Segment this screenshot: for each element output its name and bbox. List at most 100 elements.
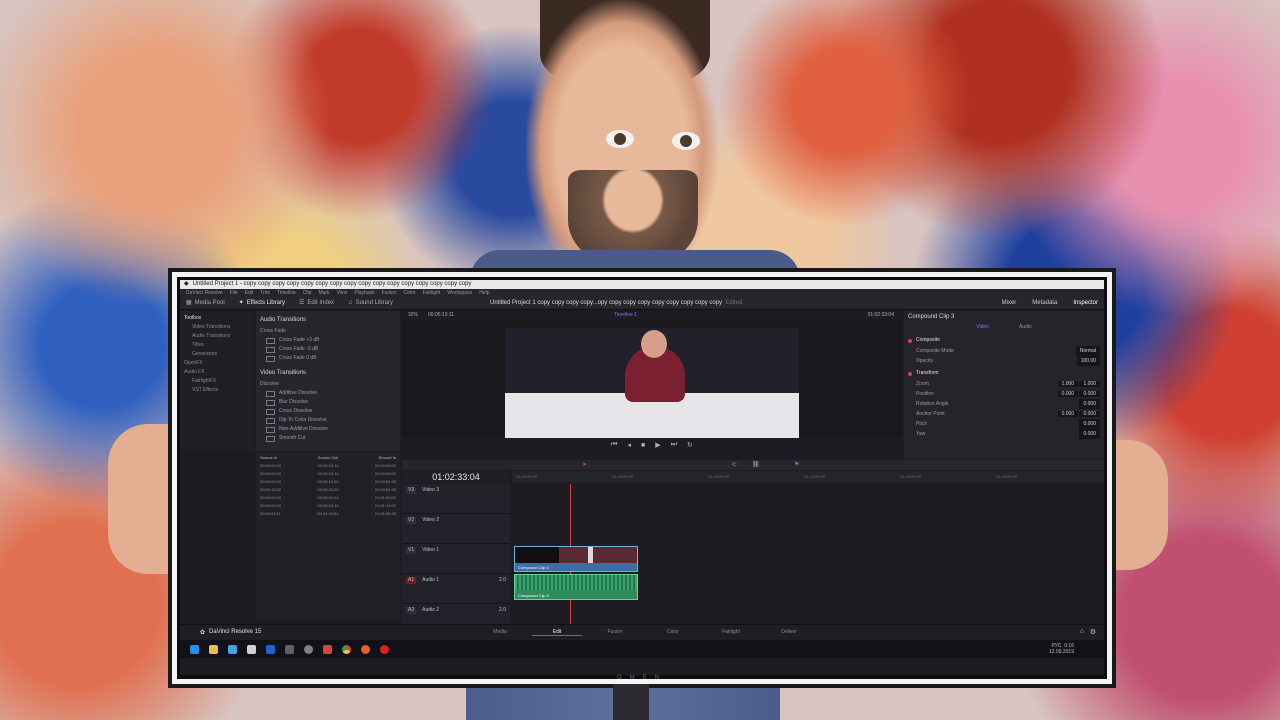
- tree-item-vst-effects[interactable]: VST Effects: [184, 386, 250, 395]
- timeline-tracks[interactable]: Compound Clip 3 Compound Clip 3: [512, 484, 1104, 624]
- list-item[interactable]: 00:00:13:22 00:00:23:25 01:00:54:26: [258, 486, 398, 494]
- tree-item-generators[interactable]: Generators: [184, 350, 250, 359]
- photoshop-icon[interactable]: [266, 644, 275, 654]
- media-pool-button[interactable]: ▦ Media Pool: [186, 299, 225, 307]
- menu-help[interactable]: Help: [479, 290, 489, 296]
- track-header-v3[interactable]: V3 Video 3: [402, 484, 510, 514]
- go-to-start-icon[interactable]: ⏮: [611, 441, 617, 449]
- effects-library-button[interactable]: ✦ Effects Library: [239, 299, 285, 307]
- edit-index-button[interactable]: ☰ Edit Index: [299, 299, 334, 307]
- zoom-x-field[interactable]: 1.000: [1057, 381, 1079, 387]
- list-item[interactable]: 00:00:00:00 00:00:01:04 01:01:00:00: [258, 494, 398, 502]
- pitch-field[interactable]: 0.000: [1079, 419, 1100, 429]
- page-tab-media[interactable]: Media: [475, 629, 525, 635]
- linked-selection-icon[interactable]: ⛓: [752, 461, 760, 468]
- tree-item-video-transitions[interactable]: Video Transitions: [184, 323, 250, 332]
- inspector-button[interactable]: Inspector: [1073, 300, 1098, 306]
- yaw-field[interactable]: 0.000: [1079, 429, 1100, 439]
- page-tab-fusion[interactable]: Fusion: [590, 629, 640, 635]
- zoom-y-field[interactable]: 1.000: [1079, 381, 1100, 387]
- opacity-field[interactable]: 100.00: [1076, 356, 1100, 366]
- menu-fairlight[interactable]: Fairlight: [423, 290, 441, 296]
- loop-icon[interactable]: ↻: [687, 441, 693, 449]
- anchor-y-field[interactable]: 0.000: [1079, 411, 1100, 417]
- calculator-icon[interactable]: [247, 644, 256, 654]
- effect-item[interactable]: Cross Fade +3 dB: [260, 336, 396, 345]
- position-y-field[interactable]: 0.000: [1079, 391, 1100, 397]
- tree-item-openfx[interactable]: OpenFX: [184, 359, 250, 368]
- store-icon[interactable]: [228, 644, 237, 654]
- menu-workspace[interactable]: Workspace: [447, 290, 472, 296]
- menu-edit[interactable]: Edit: [245, 290, 254, 296]
- effect-item[interactable]: Cross Dissolve: [260, 407, 396, 416]
- menu-trim[interactable]: Trim: [260, 290, 270, 296]
- tree-item-audio-transitions[interactable]: Audio Transitions: [184, 332, 250, 341]
- page-tab-color[interactable]: Color: [648, 629, 698, 635]
- tab-video[interactable]: Video: [976, 324, 989, 333]
- audio-clip[interactable]: Compound Clip 3: [514, 574, 638, 600]
- track-header-v2[interactable]: V2 Video 2: [402, 514, 510, 544]
- column-header[interactable]: Record In: [379, 454, 396, 462]
- app-icon[interactable]: [323, 644, 332, 654]
- tree-item-titles[interactable]: Titles: [184, 341, 250, 350]
- list-item[interactable]: 00:00:00:00 00:00:13:12 01:01:14:07: [258, 502, 398, 510]
- page-tab-fairlight[interactable]: Fairlight: [706, 629, 756, 635]
- timeline-name[interactable]: Timeline 1: [614, 312, 637, 318]
- list-item[interactable]: 00:00:00:00 00:05:13:11 01:00:00:00: [258, 462, 398, 470]
- page-tab-edit[interactable]: Edit: [532, 629, 582, 636]
- composite-mode-select[interactable]: Normal: [1075, 346, 1100, 356]
- effect-item[interactable]: Cross Fade -3 dB: [260, 345, 396, 354]
- stop-icon[interactable]: ■: [641, 442, 645, 449]
- menu-file[interactable]: File: [230, 290, 238, 296]
- list-item[interactable]: 00:00:00:00 00:05:14:26 01:00:54:26: [258, 478, 398, 486]
- flag-icon[interactable]: ⚑: [794, 461, 799, 468]
- snapping-icon[interactable]: ⊂: [732, 461, 737, 468]
- page-tab-deliver[interactable]: Deliver: [764, 629, 814, 635]
- mixer-button[interactable]: Mixer: [1002, 300, 1017, 306]
- track-header-a1[interactable]: A1 Audio 1 2.0: [402, 574, 510, 604]
- chrome-icon[interactable]: [342, 644, 351, 654]
- track-header-v1[interactable]: V1 Video 1: [402, 544, 510, 574]
- video-clip[interactable]: Compound Clip 3: [514, 546, 638, 572]
- effect-item[interactable]: Blur Dissolve: [260, 398, 396, 407]
- anchor-x-field[interactable]: 0.000: [1057, 411, 1079, 417]
- rotation-field[interactable]: 0.000: [1079, 399, 1100, 409]
- selection-tool-icon[interactable]: ➤: [582, 461, 587, 468]
- step-back-icon[interactable]: ◂: [627, 441, 631, 449]
- go-to-end-icon[interactable]: ⏭: [671, 441, 677, 449]
- menu-clip[interactable]: Clip: [303, 290, 312, 296]
- windows-start-icon[interactable]: [190, 644, 199, 654]
- sound-library-button[interactable]: ♫ Sound Library: [348, 300, 393, 306]
- metadata-button[interactable]: Metadata: [1032, 300, 1057, 306]
- effect-item[interactable]: Smooth Cut: [260, 434, 396, 443]
- tree-item-audio-fx[interactable]: Audio FX: [184, 368, 250, 377]
- gear-icon[interactable]: ⚙: [1090, 628, 1096, 636]
- tree-item-toolbox[interactable]: Toolbox: [184, 314, 250, 323]
- effect-item[interactable]: Additive Dissolve: [260, 389, 396, 398]
- transform-section[interactable]: Transform: [908, 368, 1100, 379]
- position-x-field[interactable]: 0.000: [1057, 391, 1079, 397]
- menu-app[interactable]: DaVinci Resolve: [186, 290, 223, 296]
- play-icon[interactable]: ▶: [655, 441, 660, 449]
- tree-item-fairlightfx[interactable]: FairlightFX: [184, 377, 250, 386]
- composite-section[interactable]: Composite: [908, 335, 1100, 346]
- list-item[interactable]: 00:00:00:00 00:05:13:11 01:00:00:00: [258, 470, 398, 478]
- column-header[interactable]: Source Out: [318, 454, 338, 462]
- list-item[interactable]: 00:00:03:11 00:01:24:01 01:01:54:26: [258, 510, 398, 518]
- obs-icon[interactable]: [304, 644, 313, 654]
- menu-view[interactable]: View: [337, 290, 348, 296]
- menu-fusion[interactable]: Fusion: [382, 290, 397, 296]
- menu-color[interactable]: Color: [404, 290, 416, 296]
- column-header[interactable]: Source In: [260, 454, 277, 462]
- menu-timeline[interactable]: Timeline: [277, 290, 296, 296]
- firefox-icon[interactable]: [361, 644, 370, 654]
- viewer-zoom[interactable]: 32%: [408, 312, 418, 318]
- opera-icon[interactable]: [380, 644, 389, 654]
- home-icon[interactable]: ⌂: [1080, 628, 1084, 635]
- tab-audio[interactable]: Audio: [1019, 324, 1032, 333]
- menu-playback[interactable]: Playback: [354, 290, 374, 296]
- timeline-ruler[interactable]: 01:00:00:00 01:04:00:00 01:08:00:00 01:1…: [512, 471, 1104, 483]
- effect-item[interactable]: Non-Additive Dissolve: [260, 425, 396, 434]
- menu-mark[interactable]: Mark: [318, 290, 329, 296]
- file-explorer-icon[interactable]: [209, 644, 218, 654]
